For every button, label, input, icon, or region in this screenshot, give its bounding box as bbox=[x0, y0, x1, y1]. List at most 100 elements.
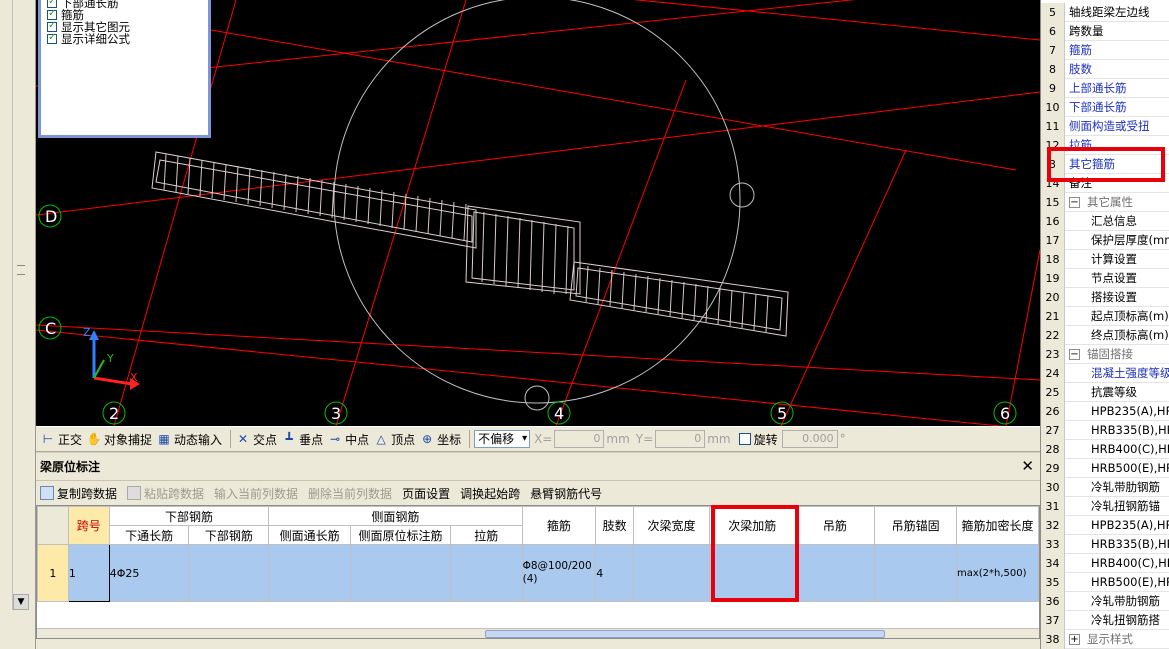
col-hanger-anchor[interactable]: 吊筋锚固 bbox=[874, 506, 957, 545]
cell-span-no[interactable]: 1 bbox=[67, 544, 110, 602]
cell-side-through[interactable] bbox=[268, 544, 352, 602]
property-row[interactable]: 29 HRB500(E),HRB bbox=[1041, 458, 1169, 478]
property-row-number: 20 bbox=[1041, 287, 1065, 307]
col-sec-beam-width[interactable]: 次梁宽度 bbox=[633, 506, 710, 545]
axis-x-label: X bbox=[130, 371, 138, 384]
snap-icon: ✋ bbox=[86, 432, 102, 446]
property-row[interactable]: 26 HPB235(A),HPB bbox=[1041, 401, 1169, 421]
col-side-through[interactable]: 侧面通长筋 bbox=[268, 525, 352, 545]
object-snap-button[interactable]: ✋ 对象捕捉 bbox=[86, 429, 153, 449]
property-row[interactable]: 8 肢数 bbox=[1041, 59, 1169, 79]
col-hanger[interactable]: 吊筋 bbox=[794, 506, 876, 545]
property-row[interactable]: 20 搭接设置 bbox=[1041, 287, 1169, 307]
property-row[interactable]: 25 抗震等级 bbox=[1041, 382, 1169, 402]
property-row[interactable]: 18 计算设置 bbox=[1041, 249, 1169, 269]
property-name: 终点顶标高(m) bbox=[1091, 328, 1169, 342]
property-row[interactable]: 37 冷轧扭钢筋搭 bbox=[1041, 610, 1169, 630]
grid-line bbox=[1005, 249, 1040, 426]
coordinate-button[interactable]: ⊕ 坐标 bbox=[419, 429, 461, 449]
close-icon[interactable]: ✕ bbox=[1021, 458, 1034, 474]
axis-z-label: Z bbox=[83, 326, 91, 339]
property-row[interactable]: 30 冷轧带肋钢筋 bbox=[1041, 477, 1169, 497]
y-input[interactable]: 0 bbox=[655, 430, 706, 448]
checkbox-icon[interactable] bbox=[47, 8, 57, 20]
property-row-number: 5 bbox=[1041, 2, 1065, 22]
swap-start-span-button[interactable]: 调换起始跨 bbox=[460, 485, 520, 502]
property-row[interactable]: 16 汇总信息 bbox=[1041, 211, 1169, 231]
cell-bottom-rebar[interactable] bbox=[188, 544, 270, 602]
cell-legs[interactable]: 4 bbox=[595, 544, 635, 602]
cantilever-code-button[interactable]: 悬臂钢筋代号 bbox=[530, 485, 602, 502]
checkbox-icon[interactable] bbox=[47, 20, 57, 32]
checkbox-icon[interactable] bbox=[47, 0, 57, 8]
property-row[interactable]: 31 冷轧扭钢筋锚 bbox=[1041, 496, 1169, 516]
property-row-number: 36 bbox=[1041, 591, 1065, 611]
cell-stirrup[interactable]: Φ8@100/200(4) bbox=[521, 544, 597, 602]
property-row[interactable]: 23− 锚固搭接 bbox=[1041, 344, 1169, 364]
col-span-no[interactable]: 跨号 bbox=[67, 506, 110, 545]
property-row[interactable]: 38 + 显示样式 bbox=[1041, 629, 1169, 649]
cell-hanger-anchor[interactable] bbox=[874, 544, 957, 602]
option-row[interactable]: 显示详细公式 bbox=[41, 32, 208, 45]
paste-span-button[interactable]: 粘贴跨数据 bbox=[127, 485, 204, 502]
copy-span-button[interactable]: 复制跨数据 bbox=[40, 485, 117, 502]
property-row[interactable]: 19 节点设置 bbox=[1041, 268, 1169, 288]
property-row[interactable]: 24 混凝土强度等级 bbox=[1041, 363, 1169, 383]
ortho-button[interactable]: ⊢ 正交 bbox=[40, 429, 82, 449]
scroll-down-arrow-icon[interactable]: ▼ bbox=[13, 594, 29, 610]
property-row[interactable]: 36 冷轧带肋钢筋 bbox=[1041, 591, 1169, 611]
cell-bottom-through[interactable]: 4Φ25 bbox=[108, 544, 190, 602]
property-row[interactable]: 22 终点顶标高(m) bbox=[1041, 325, 1169, 345]
property-row[interactable]: 6 跨数量 bbox=[1041, 21, 1169, 41]
offset-mode-select[interactable]: 不偏移 bbox=[474, 430, 531, 448]
left-scrollbar[interactable]: ▼ bbox=[12, 0, 29, 610]
panel-title-bar: 梁原位标注 ✕ bbox=[36, 453, 1040, 481]
rotate-checkbox[interactable] bbox=[738, 433, 751, 445]
page-setup-button[interactable]: 页面设置 bbox=[402, 485, 450, 502]
property-row-number: 37 bbox=[1041, 610, 1065, 630]
vertex-snap-button[interactable]: △ 顶点 bbox=[373, 429, 415, 449]
property-row[interactable]: 9 上部通长筋 bbox=[1041, 78, 1169, 98]
checkbox-icon[interactable] bbox=[47, 32, 57, 44]
col-bottom-rebar[interactable]: 下部钢筋 bbox=[188, 525, 270, 545]
col-legs[interactable]: 肢数 bbox=[595, 506, 635, 545]
property-row[interactable]: 11 侧面构造或受扭 bbox=[1041, 116, 1169, 136]
cell-hanger[interactable] bbox=[794, 544, 876, 602]
property-row[interactable]: 21 起点顶标高(m) bbox=[1041, 306, 1169, 326]
input-column-button[interactable]: 输入当前列数据 bbox=[214, 485, 298, 502]
property-row[interactable]: 15− 其它属性 bbox=[1041, 192, 1169, 212]
rotate-input[interactable]: 0.000 bbox=[781, 430, 838, 448]
property-row[interactable]: 32 HPB235(A),HPB bbox=[1041, 515, 1169, 535]
scroll-grip[interactable] bbox=[17, 265, 25, 275]
property-row[interactable]: 7 箍筋 bbox=[1041, 40, 1169, 60]
col-stirrup[interactable]: 箍筋 bbox=[521, 506, 597, 545]
col-bottom-through[interactable]: 下通长筋 bbox=[108, 525, 190, 545]
delete-column-button[interactable]: 删除当前列数据 bbox=[308, 485, 392, 502]
property-list: 5 轴线距梁左边线 6 跨数量 7 箍筋 8 肢数 9 上部通长筋 10 下部通长筋 11 侧面构造或受扭… bbox=[1040, 0, 1169, 649]
cell-side-original[interactable] bbox=[350, 544, 451, 602]
scroll-thumb[interactable] bbox=[485, 630, 885, 638]
dynamic-input-button[interactable]: ▦ 动态输入 bbox=[156, 429, 222, 449]
cell-tie[interactable] bbox=[449, 544, 523, 602]
property-row[interactable]: 5 轴线距梁左边线 bbox=[1041, 2, 1169, 22]
col-tie[interactable]: 拉筋 bbox=[449, 525, 523, 545]
col-side-original[interactable]: 侧面原位标注筋 bbox=[350, 525, 451, 545]
intersection-snap-button[interactable]: ✕ 交点 bbox=[235, 429, 277, 449]
property-name: HPB235(A),HPB bbox=[1091, 404, 1169, 418]
cell-dense-length[interactable]: max(2*h,500) bbox=[955, 544, 1039, 602]
property-row[interactable]: 17 保护层厚度(mm) bbox=[1041, 230, 1169, 250]
midpoint-snap-button[interactable]: ⊸ 中点 bbox=[327, 429, 369, 449]
cell-sec-beam-width[interactable] bbox=[633, 544, 710, 602]
property-row[interactable]: 33 HRB335(B),HRB bbox=[1041, 534, 1169, 554]
property-row[interactable]: 28 HRB400(C),HRB bbox=[1041, 439, 1169, 459]
table-row[interactable]: 1 1 4Φ25 Φ8@100/200(4) 4 max(2*h,500) bbox=[37, 544, 1039, 602]
horizontal-scrollbar[interactable] bbox=[37, 628, 1039, 638]
property-row[interactable]: 10 下部通长筋 bbox=[1041, 97, 1169, 117]
perpendicular-snap-button[interactable]: ┻ 垂点 bbox=[281, 429, 323, 449]
col-dense-length[interactable]: 箍筋加密长度 bbox=[955, 506, 1039, 545]
small-circle bbox=[524, 385, 550, 411]
x-input[interactable]: 0 bbox=[554, 430, 605, 448]
property-row[interactable]: 35 HRB500(E),HRB bbox=[1041, 572, 1169, 592]
property-row[interactable]: 34 HRB400(C),HRB bbox=[1041, 553, 1169, 573]
property-row[interactable]: 27 HRB335(B),HRB bbox=[1041, 420, 1169, 440]
